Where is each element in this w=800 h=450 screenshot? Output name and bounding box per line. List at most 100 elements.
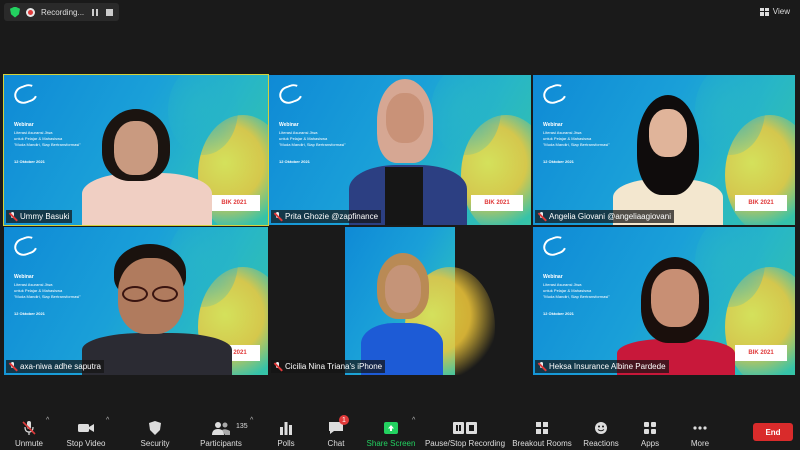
polls-button[interactable]: Polls bbox=[272, 410, 300, 448]
bik-logo: BIK 2021 bbox=[471, 195, 523, 211]
video-options-caret-icon[interactable]: ^ bbox=[106, 417, 109, 424]
chat-button[interactable]: 1 Chat bbox=[322, 410, 350, 448]
participants-button[interactable]: 135 Participants bbox=[197, 410, 248, 448]
slide-title: Webinar bbox=[543, 122, 563, 128]
reactions-button[interactable]: Reactions bbox=[583, 410, 619, 448]
participant-name-bar: Prita Ghozie @zapfinance bbox=[271, 210, 382, 223]
pause-stop-recording-button[interactable]: Pause/Stop Recording bbox=[424, 410, 506, 448]
apps-icon bbox=[641, 420, 659, 436]
webinar-logo-icon bbox=[11, 81, 41, 107]
participant-name-bar: Heksa Insurance Albine Pardede bbox=[535, 360, 669, 373]
participant-name: Heksa Insurance Albine Pardede bbox=[549, 362, 666, 371]
participant-name: Ummy Basuki bbox=[20, 212, 70, 221]
slide-date: 12 Oktober 2021 bbox=[543, 159, 574, 164]
audio-options-caret-icon[interactable]: ^ bbox=[46, 417, 49, 424]
end-meeting-button[interactable]: End bbox=[753, 423, 793, 441]
video-camera-icon bbox=[77, 420, 95, 436]
meeting-toolbar: Unmute ^ Stop Video ^ Security 135 Parti… bbox=[0, 405, 800, 450]
participant-name: Cicilia Nina Triana's iPhone bbox=[285, 362, 383, 371]
more-button[interactable]: More bbox=[688, 410, 712, 448]
webinar-logo-icon bbox=[276, 81, 306, 107]
participants-count: 135 bbox=[236, 423, 248, 430]
webinar-logo-icon bbox=[540, 81, 570, 107]
stop-video-button[interactable]: Stop Video bbox=[64, 410, 108, 448]
participants-label: Participants bbox=[200, 439, 242, 448]
security-button[interactable]: Security bbox=[136, 410, 174, 448]
more-dots-icon bbox=[691, 420, 709, 436]
participant-name: Prita Ghozie @zapfinance bbox=[285, 212, 379, 221]
top-bar: Recording... View bbox=[0, 0, 800, 24]
polls-label: Polls bbox=[277, 439, 295, 448]
chat-unread-badge: 1 bbox=[339, 415, 349, 425]
slide-date: 12 Oktober 2021 bbox=[14, 311, 45, 316]
breakout-rooms-label: Breakout Rooms bbox=[512, 439, 572, 448]
video-tile-adhe-saputra[interactable]: Webinar Literasi Asuransi Jiwa untuk Pela… bbox=[4, 227, 268, 375]
participant-video bbox=[613, 95, 723, 225]
participants-icon: 135 bbox=[212, 420, 248, 436]
bar-chart-icon bbox=[277, 420, 295, 436]
shield-icon[interactable] bbox=[10, 6, 20, 18]
more-label: More bbox=[690, 439, 710, 448]
microphone-muted-icon bbox=[20, 420, 38, 436]
slide-title: Webinar bbox=[543, 274, 563, 280]
slide-date: 12 Oktober 2021 bbox=[14, 159, 45, 164]
apps-button[interactable]: Apps bbox=[638, 410, 662, 448]
participant-name-bar: Angelia Giovani @angeliaagiovani bbox=[535, 210, 674, 223]
recording-icon bbox=[26, 7, 35, 17]
video-tile-prita-ghozie[interactable]: Webinar Literasi Asuransi Jiwa untuk Pela… bbox=[269, 75, 531, 225]
participant-video bbox=[361, 245, 443, 375]
chat-label: Chat bbox=[327, 439, 345, 448]
bik-logo: BIK 2021 bbox=[735, 345, 787, 361]
grid-view-icon bbox=[759, 7, 769, 16]
breakout-rooms-button[interactable]: Breakout Rooms bbox=[512, 410, 572, 448]
pause-stop-icon bbox=[451, 420, 479, 436]
muted-mic-icon bbox=[537, 362, 546, 371]
share-screen-label: Share Screen bbox=[366, 439, 416, 448]
stop-video-label: Stop Video bbox=[66, 439, 106, 448]
unmute-label: Unmute bbox=[14, 439, 43, 448]
participant-video bbox=[82, 240, 232, 375]
participant-name-bar: Cicilia Nina Triana's iPhone bbox=[271, 360, 386, 373]
muted-mic-icon bbox=[273, 212, 282, 221]
participant-name: Angelia Giovani @angeliaagiovani bbox=[549, 212, 671, 221]
video-tile-albine-pardede[interactable]: Webinar Literasi Asuransi Jiwa untuk Pela… bbox=[533, 227, 795, 375]
recording-indicator: Recording... bbox=[4, 3, 120, 21]
video-tile-cicilia-nina-triana[interactable]: Cicilia Nina Triana's iPhone bbox=[269, 227, 531, 375]
bik-logo: BIK 2021 bbox=[208, 195, 260, 211]
share-options-caret-icon[interactable]: ^ bbox=[412, 417, 415, 424]
muted-mic-icon bbox=[8, 212, 17, 221]
muted-mic-icon bbox=[273, 362, 282, 371]
participant-name-bar: Ummy Basuki bbox=[6, 210, 73, 223]
stop-recording-icon[interactable] bbox=[106, 8, 114, 16]
webinar-logo-icon bbox=[540, 233, 570, 259]
pause-stop-recording-label: Pause/Stop Recording bbox=[424, 439, 506, 448]
slide-title: Webinar bbox=[279, 122, 299, 128]
view-button[interactable]: View bbox=[756, 4, 794, 19]
muted-mic-icon bbox=[8, 362, 17, 371]
participant-video bbox=[82, 95, 212, 225]
video-tile-angelia-giovani[interactable]: Webinar Literasi Asuransi Jiwa untuk Pela… bbox=[533, 75, 795, 225]
apps-label: Apps bbox=[640, 439, 660, 448]
participant-name: axa-niwa adhe saputra bbox=[20, 362, 101, 371]
smiley-icon bbox=[592, 420, 610, 436]
pause-recording-icon[interactable] bbox=[90, 7, 100, 17]
video-tile-ummy-basuki[interactable]: Webinar Literasi Asuransi Jiwa untuk Pela… bbox=[3, 74, 269, 226]
chat-bubble-icon: 1 bbox=[327, 415, 349, 436]
participant-video bbox=[617, 257, 735, 375]
slide-title: Webinar bbox=[14, 122, 34, 128]
share-screen-icon bbox=[382, 420, 400, 436]
shield-icon bbox=[146, 420, 164, 436]
reactions-label: Reactions bbox=[583, 439, 619, 448]
recording-label: Recording... bbox=[41, 7, 85, 17]
participants-caret-icon[interactable]: ^ bbox=[250, 417, 253, 424]
security-label: Security bbox=[140, 439, 170, 448]
slide-title: Webinar bbox=[14, 274, 34, 280]
muted-mic-icon bbox=[537, 212, 546, 221]
share-screen-button[interactable]: Share Screen bbox=[366, 410, 416, 448]
webinar-logo-icon bbox=[11, 233, 41, 259]
slide-date: 12 Oktober 2021 bbox=[543, 311, 574, 316]
unmute-button[interactable]: Unmute bbox=[10, 410, 48, 448]
breakout-rooms-icon bbox=[533, 420, 551, 436]
slide-date: 12 Oktober 2021 bbox=[279, 159, 310, 164]
bik-logo: BIK 2021 bbox=[735, 195, 787, 211]
